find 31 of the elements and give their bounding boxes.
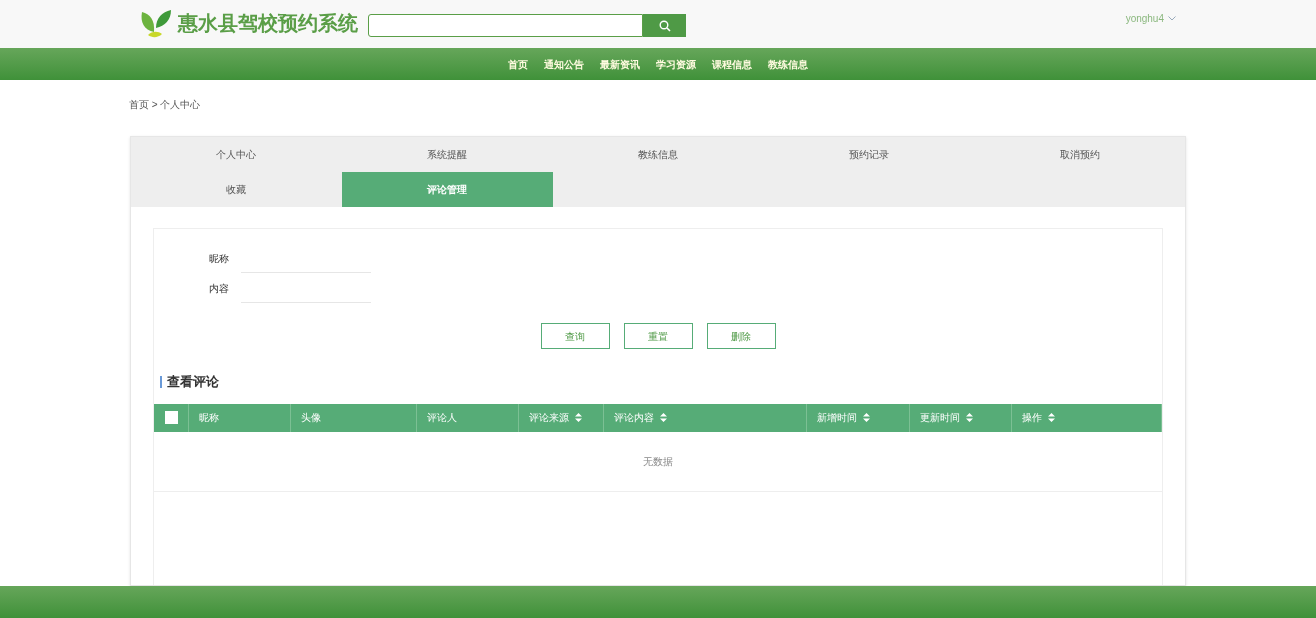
user-menu[interactable]: yonghu4 bbox=[1125, 11, 1176, 26]
breadcrumb: 首页 > 个人中心 bbox=[129, 99, 201, 110]
column-header: 评论内容 bbox=[614, 411, 654, 425]
nav-link[interactable]: 课程信息 bbox=[712, 56, 752, 72]
column-header: 更新时间 bbox=[920, 411, 960, 425]
action-button[interactable]: 删除 bbox=[706, 323, 776, 349]
column-header: 新增时间 bbox=[817, 411, 857, 425]
action-button[interactable]: 重置 bbox=[623, 323, 693, 349]
tab[interactable]: 取消预约 bbox=[974, 137, 1185, 172]
nav-link[interactable]: 学习资源 bbox=[656, 56, 696, 72]
nav-link[interactable]: 教练信息 bbox=[768, 56, 808, 72]
field-label: 昵称 bbox=[209, 251, 230, 266]
column-header: 头像 bbox=[301, 411, 321, 425]
nav-link[interactable]: 最新资讯 bbox=[600, 56, 640, 72]
column-header: 评论人 bbox=[427, 411, 457, 425]
nav-link[interactable]: 通知公告 bbox=[544, 56, 584, 72]
nav-link[interactable]: 首页 bbox=[508, 56, 528, 72]
tab[interactable]: 系统提醒 bbox=[341, 137, 553, 172]
tab[interactable]: 收藏 bbox=[131, 172, 342, 207]
field-label: 内容 bbox=[209, 281, 230, 296]
column-header: 操作 bbox=[1022, 411, 1042, 425]
tab[interactable]: 个人中心 bbox=[131, 137, 342, 172]
site-title: 惠水县驾校预约系统 bbox=[178, 11, 358, 36]
tab[interactable]: 评论管理 bbox=[341, 172, 553, 207]
column-header: 评论来源 bbox=[529, 411, 569, 425]
action-button[interactable]: 查询 bbox=[540, 323, 610, 349]
section-title: 查看评论 bbox=[167, 373, 219, 391]
tab[interactable]: 教练信息 bbox=[552, 137, 764, 172]
empty-message: 无数据 bbox=[643, 454, 673, 469]
tab[interactable]: 预约记录 bbox=[763, 137, 975, 172]
column-header: 昵称 bbox=[199, 411, 219, 425]
